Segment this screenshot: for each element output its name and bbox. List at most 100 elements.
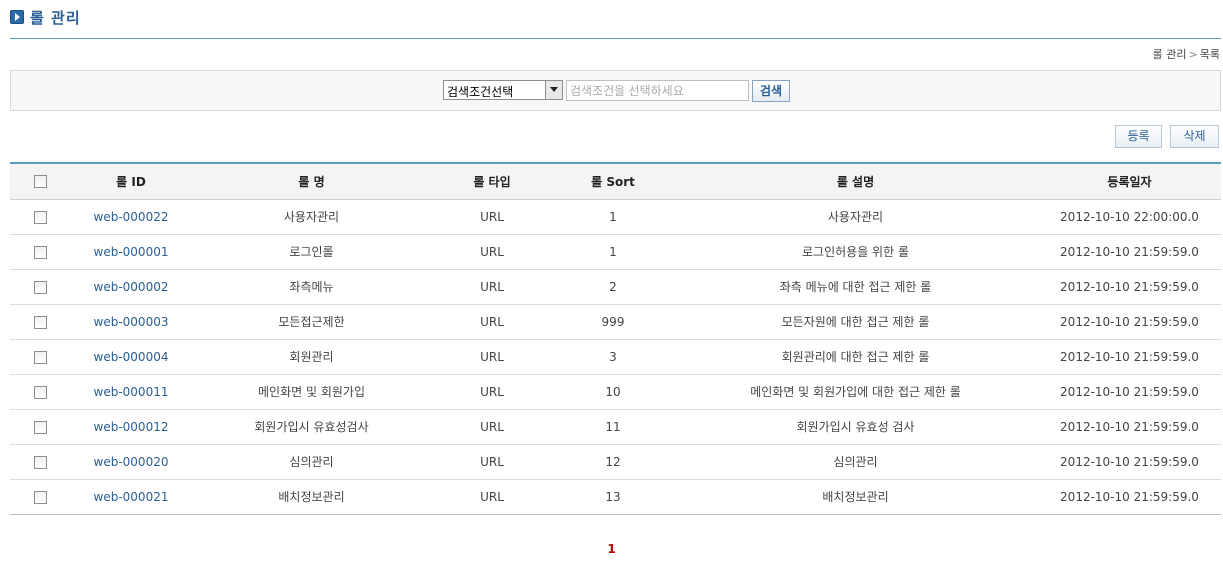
reg-date-cell: 2012-10-10 21:59:59.0 — [1038, 479, 1221, 515]
breadcrumb-section: 롤 관리 — [1152, 48, 1187, 61]
delete-button[interactable]: 삭제 — [1170, 125, 1219, 148]
row-select-cell — [10, 374, 70, 410]
column-header-role-type: 롤 타입 — [431, 162, 553, 200]
arrow-right-icon — [10, 10, 24, 24]
row-select-cell — [10, 444, 70, 480]
row-checkbox[interactable] — [33, 420, 47, 434]
role-id-link[interactable]: web-000001 — [94, 245, 169, 259]
role-id-cell: web-000001 — [70, 234, 192, 270]
role-id-cell: web-000004 — [70, 339, 192, 375]
table-row: web-000020 심의관리 URL 12 심의관리 2012-10-10 2… — [10, 444, 1221, 480]
reg-date-cell: 2012-10-10 21:59:59.0 — [1038, 234, 1221, 270]
role-sort-cell: 12 — [553, 444, 673, 480]
role-sort-cell: 2 — [553, 269, 673, 305]
row-select-cell — [10, 234, 70, 270]
role-name-cell: 사용자관리 — [192, 199, 431, 235]
role-sort-cell: 3 — [553, 339, 673, 375]
role-id-link[interactable]: web-000022 — [94, 210, 169, 224]
page-title: 롤 관리 — [30, 8, 81, 27]
row-checkbox[interactable] — [33, 210, 47, 224]
column-header-reg-date: 등록일자 — [1038, 162, 1221, 200]
role-sort-cell: 10 — [553, 374, 673, 410]
role-id-cell: web-000021 — [70, 479, 192, 515]
row-checkbox[interactable] — [33, 245, 47, 259]
role-id-link[interactable]: web-000004 — [94, 350, 169, 364]
role-name-cell: 심의관리 — [192, 444, 431, 480]
role-name-cell: 배치정보관리 — [192, 479, 431, 515]
role-sort-cell: 13 — [553, 479, 673, 515]
chevron-down-icon[interactable] — [545, 81, 562, 99]
role-name-cell: 회원가입시 유효성검사 — [192, 409, 431, 445]
row-select-cell — [10, 339, 70, 375]
role-desc-cell: 배치정보관리 — [673, 479, 1038, 515]
table-row: web-000022 사용자관리 URL 1 사용자관리 2012-10-10 … — [10, 199, 1221, 235]
role-type-cell: URL — [431, 444, 553, 480]
role-name-cell: 좌측메뉴 — [192, 269, 431, 305]
row-select-cell — [10, 269, 70, 305]
row-checkbox[interactable] — [33, 315, 47, 329]
role-desc-cell: 심의관리 — [673, 444, 1038, 480]
column-header-role-sort: 롤 Sort — [553, 162, 673, 200]
row-select-cell — [10, 479, 70, 515]
role-id-cell: web-000011 — [70, 374, 192, 410]
role-id-cell: web-000022 — [70, 199, 192, 235]
search-condition-select[interactable]: 검색조건선택 — [443, 80, 563, 100]
row-checkbox[interactable] — [33, 490, 47, 504]
search-condition-value: 검색조건선택 — [447, 85, 514, 99]
role-name-cell: 로그인롤 — [192, 234, 431, 270]
row-select-cell — [10, 409, 70, 445]
reg-date-cell: 2012-10-10 21:59:59.0 — [1038, 374, 1221, 410]
role-desc-cell: 회원가입시 유효성 검사 — [673, 409, 1038, 445]
role-name-cell: 회원관리 — [192, 339, 431, 375]
table-row: web-000004 회원관리 URL 3 회원관리에 대한 접근 제한 롤 2… — [10, 339, 1221, 375]
row-checkbox[interactable] — [33, 350, 47, 364]
register-button[interactable]: 등록 — [1115, 125, 1162, 148]
role-sort-cell: 999 — [553, 304, 673, 340]
role-type-cell: URL — [431, 339, 553, 375]
role-id-link[interactable]: web-000011 — [94, 385, 169, 399]
column-header-role-id: 롤 ID — [70, 162, 192, 200]
role-id-link[interactable]: web-000003 — [94, 315, 169, 329]
reg-date-cell: 2012-10-10 22:00:00.0 — [1038, 199, 1221, 235]
role-type-cell: URL — [431, 479, 553, 515]
page-number-current[interactable]: 1 — [607, 542, 615, 556]
table-header-row: 롤 ID 롤 명 롤 타입 롤 Sort 롤 설명 등록일자 — [10, 162, 1221, 200]
role-type-cell: URL — [431, 304, 553, 340]
reg-date-cell: 2012-10-10 21:59:59.0 — [1038, 339, 1221, 375]
role-table: 롤 ID 롤 명 롤 타입 롤 Sort 롤 설명 등록일자 web-00002… — [10, 162, 1221, 515]
role-id-link[interactable]: web-000021 — [94, 490, 169, 504]
reg-date-cell: 2012-10-10 21:59:59.0 — [1038, 304, 1221, 340]
row-select-cell — [10, 304, 70, 340]
table-row: web-000003 모든접근제한 URL 999 모든자원에 대한 접근 제한… — [10, 304, 1221, 340]
page-header: 롤 관리 — [10, 6, 81, 28]
row-select-cell — [10, 199, 70, 235]
pagination: 1 — [0, 542, 1223, 556]
role-desc-cell: 메인화면 및 회원가입에 대한 접근 제한 롤 — [673, 374, 1038, 410]
role-type-cell: URL — [431, 374, 553, 410]
search-keyword-input[interactable] — [566, 80, 749, 101]
role-type-cell: URL — [431, 409, 553, 445]
row-checkbox[interactable] — [33, 280, 47, 294]
reg-date-cell: 2012-10-10 21:59:59.0 — [1038, 444, 1221, 480]
breadcrumb-separator: > — [1188, 48, 1198, 61]
role-desc-cell: 로그인허용을 위한 롤 — [673, 234, 1038, 270]
role-sort-cell: 1 — [553, 234, 673, 270]
role-type-cell: URL — [431, 199, 553, 235]
select-all-checkbox[interactable] — [33, 175, 47, 189]
role-name-cell: 모든접근제한 — [192, 304, 431, 340]
role-id-link[interactable]: web-000002 — [94, 280, 169, 294]
row-checkbox[interactable] — [33, 385, 47, 399]
role-desc-cell: 회원관리에 대한 접근 제한 롤 — [673, 339, 1038, 375]
role-sort-cell: 1 — [553, 199, 673, 235]
role-desc-cell: 모든자원에 대한 접근 제한 롤 — [673, 304, 1038, 340]
table-row: web-000021 배치정보관리 URL 13 배치정보관리 2012-10-… — [10, 479, 1221, 515]
search-button[interactable]: 검색 — [752, 80, 790, 102]
role-id-cell: web-000020 — [70, 444, 192, 480]
table-row: web-000012 회원가입시 유효성검사 URL 11 회원가입시 유효성 … — [10, 409, 1221, 445]
role-id-cell: web-000003 — [70, 304, 192, 340]
column-header-role-desc: 롤 설명 — [673, 162, 1038, 200]
role-id-link[interactable]: web-000020 — [94, 455, 169, 469]
role-id-link[interactable]: web-000012 — [94, 420, 169, 434]
row-checkbox[interactable] — [33, 455, 47, 469]
table-row: web-000002 좌측메뉴 URL 2 좌측 메뉴에 대한 접근 제한 롤 … — [10, 269, 1221, 305]
